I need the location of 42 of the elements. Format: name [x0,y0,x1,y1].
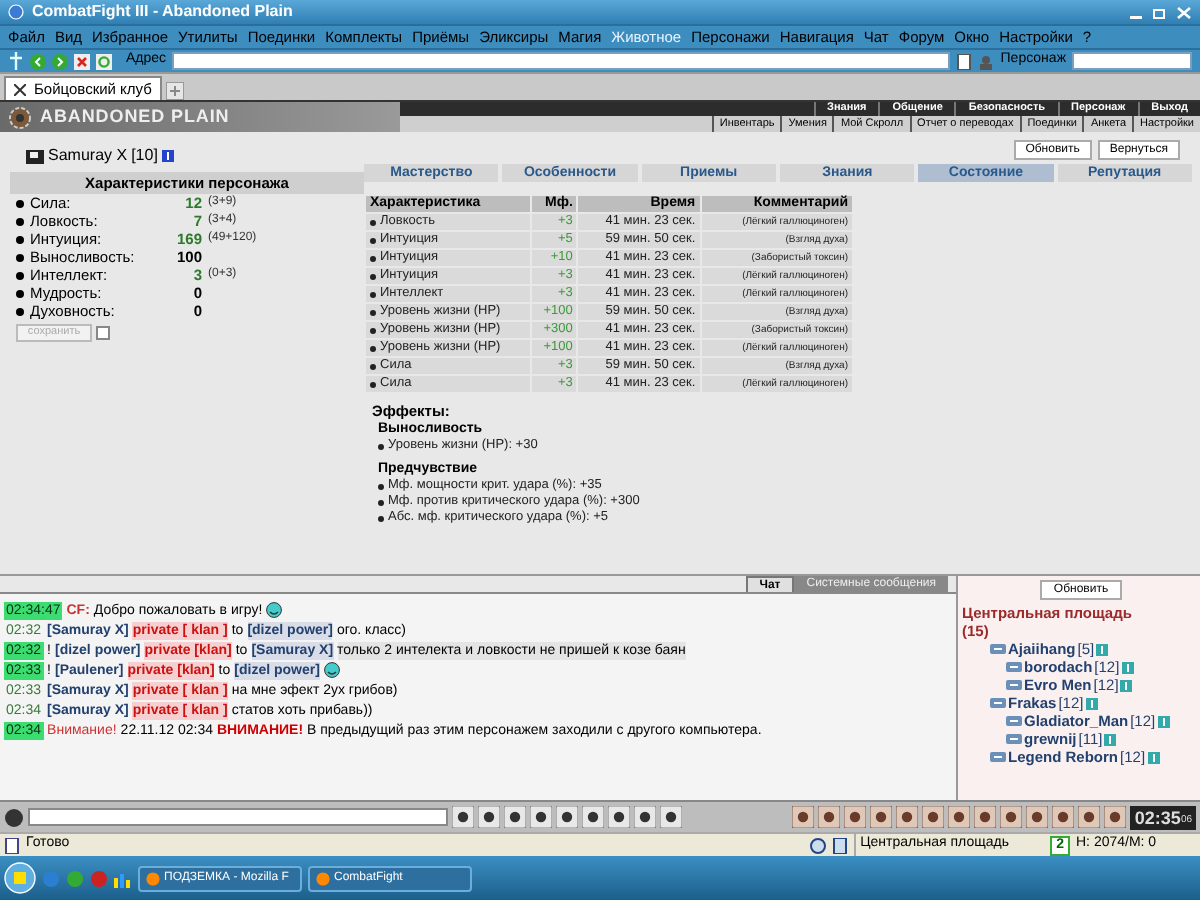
bullet-icon [370,291,376,297]
bullet-icon [370,255,376,261]
new-tab-icon[interactable] [165,82,184,100]
bullet-icon [378,443,384,450]
bullet-icon [16,235,24,244]
restore-icon[interactable] [1152,5,1168,19]
checkbox[interactable] [96,326,110,341]
bullet-icon [370,327,376,333]
flag-icon [26,149,44,163]
bullet-icon [370,345,376,351]
bullet-icon [16,217,24,226]
character-level: [10] [131,144,158,168]
bullet-icon [16,307,24,316]
bullet-icon [370,273,376,279]
stop-icon[interactable] [74,53,90,69]
bullet-icon [16,271,24,280]
start-icon[interactable] [4,862,36,894]
address-field[interactable] [172,52,951,70]
bullet-icon [370,237,376,243]
bullet-icon [378,499,384,506]
dagger-icon[interactable] [8,52,24,70]
back-icon[interactable] [30,53,46,69]
info-icon[interactable] [161,150,174,162]
bullet-icon [370,309,376,315]
forward-icon[interactable] [52,53,68,69]
chart-icon[interactable] [114,869,132,887]
bullet-icon [370,363,376,369]
game-logo: ABANDONED PLAIN [40,103,230,130]
bullet-icon [370,219,376,225]
character-name: Samuray X [48,144,128,168]
bullet-icon [16,253,24,262]
bullet-icon [16,199,24,208]
chat-input[interactable] [28,808,448,826]
gear-emblem-icon [8,105,32,129]
window-title: CombatFight III - Abandoned Plain [32,0,293,24]
bullet-icon [378,483,384,490]
persona-dropdown[interactable] [1072,52,1192,70]
close-icon[interactable] [14,83,26,95]
bullet-icon [378,515,384,522]
bullet-icon [370,381,376,387]
bullet-icon [16,289,24,298]
refresh-icon[interactable] [96,53,112,69]
